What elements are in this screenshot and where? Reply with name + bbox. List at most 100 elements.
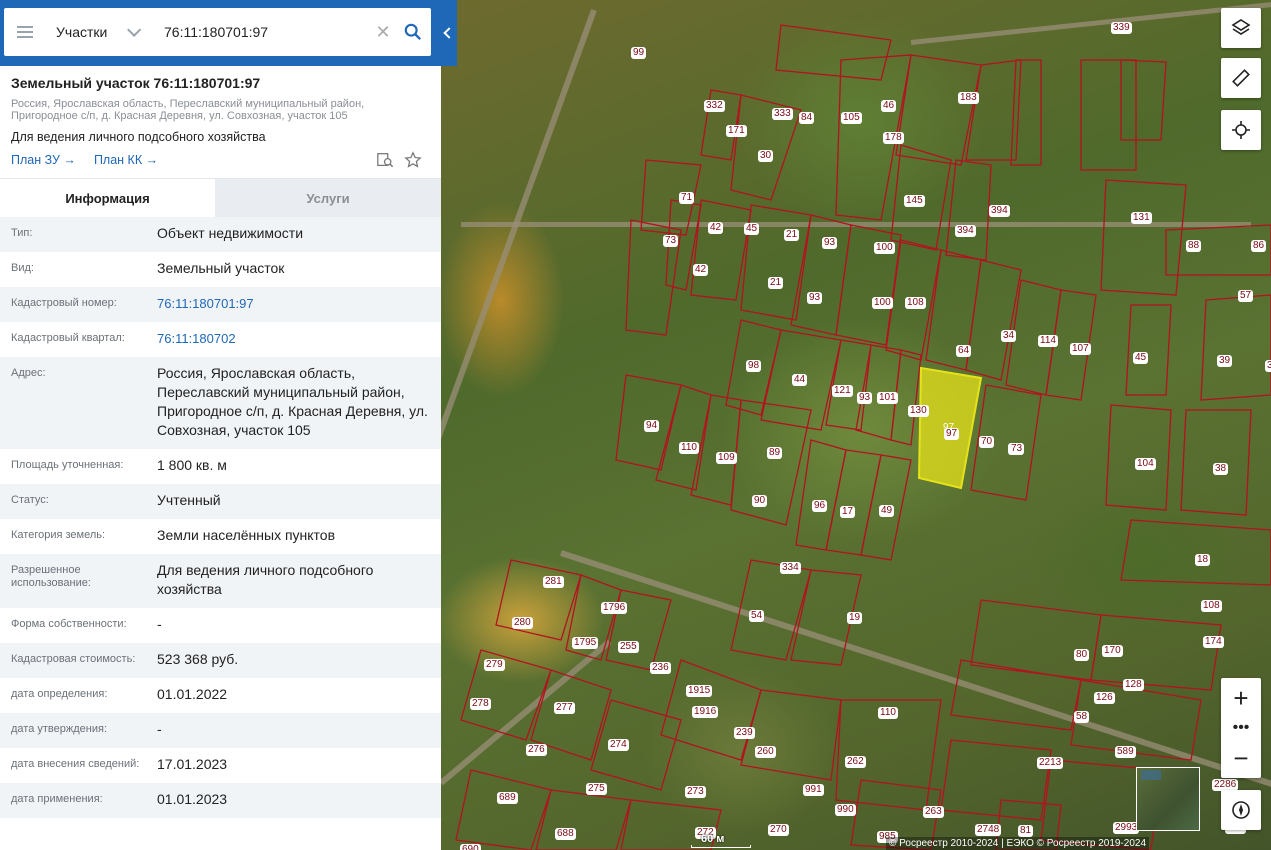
parcel-label[interactable]: 93 [857,392,873,404]
parcel-boundary[interactable] [775,24,892,81]
parcel-label[interactable]: 81 [1018,825,1034,837]
parcel-label[interactable]: 64 [956,345,972,357]
parcel-label[interactable]: 239 [734,727,755,739]
parcel-label[interactable]: 130 [908,405,929,417]
parcel-label[interactable]: 128 [1123,679,1144,691]
parcel-label[interactable]: 73 [663,235,679,247]
parcel-label[interactable]: 1796 [601,602,628,614]
parcel-label[interactable]: 73 [1009,443,1025,455]
parcel-label[interactable]: 1915 [686,685,713,697]
parcel-label[interactable]: 170 [1102,645,1123,657]
zoom-out-button[interactable]: − [1221,738,1261,778]
parcel-label[interactable]: 21 [784,229,800,241]
parcel-boundary[interactable] [535,789,632,850]
parcel-label[interactable]: 1916 [692,706,719,718]
parcel-label[interactable]: 34 [1001,330,1017,342]
parcel-label[interactable]: 280 [512,617,533,629]
parcel-label[interactable]: 100 [874,242,895,254]
parcel-boundary[interactable] [965,59,1022,161]
parcel-boundary[interactable] [945,159,992,261]
parcel-label[interactable]: 104 [1135,458,1156,470]
search-input[interactable] [156,8,371,56]
parcel-label[interactable]: 126 [1094,692,1115,704]
parcel-label[interactable]: 332 [704,100,725,112]
parcel-label[interactable]: 262 [845,756,866,768]
parcel-boundary[interactable] [1080,59,1137,171]
tab-info[interactable]: Информация [0,179,215,217]
parcel-label[interactable]: 54 [749,610,765,622]
menu-icon[interactable] [4,8,46,56]
info-row-value[interactable]: 76:11:180702 [157,329,430,348]
parcel-label[interactable]: 49 [879,505,895,517]
parcel-label[interactable]: 101 [877,392,898,404]
tab-services[interactable]: Услуги [215,179,441,217]
document-search-icon[interactable] [376,151,394,169]
plan-zu-link[interactable]: План ЗУ → [11,153,76,167]
parcel-label[interactable]: 110 [679,442,699,454]
parcel-label[interactable]: 105 [841,112,862,124]
parcel-boundary[interactable] [495,559,582,641]
parcel-label[interactable]: 39 [1217,355,1233,367]
parcel-label[interactable]: 2213 [1037,757,1064,769]
locate-button[interactable] [1221,110,1261,150]
parcel-label[interactable]: 2748 [975,824,1002,836]
clear-icon[interactable]: ✕ [371,22,395,43]
parcel-label[interactable]: 334 [780,562,801,574]
parcel-boundary[interactable] [730,399,812,526]
parcel-label[interactable]: 31 [1265,360,1271,372]
plan-kk-link[interactable]: План КК → [94,153,158,167]
parcel-boundary[interactable] [825,449,882,556]
parcel-boundary[interactable] [1100,179,1187,296]
parcel-label[interactable]: 70 [979,436,995,448]
parcel-label[interactable]: 339 [1111,22,1132,34]
parcel-label[interactable]: 99 [631,47,647,59]
layers-button[interactable] [1221,8,1261,48]
parcel-boundary[interactable] [1070,679,1202,761]
parcel-boundary[interactable] [1010,59,1042,166]
parcel-label[interactable]: 279 [484,659,505,671]
parcel-label[interactable]: 42 [708,222,724,234]
parcel-boundary[interactable] [455,769,552,850]
parcel-label[interactable]: 276 [526,744,547,756]
parcel-label[interactable]: 19 [847,612,863,624]
parcel-label[interactable]: 121 [832,385,853,397]
parcel-label[interactable]: 689 [497,792,518,804]
parcel-label[interactable]: 589 [1115,746,1136,758]
compass-button[interactable] [1221,790,1261,830]
parcel-boundary[interactable] [1120,59,1167,141]
parcel-label[interactable]: 110 [878,707,898,719]
parcel-label[interactable]: 46 [881,100,897,112]
parcel-label[interactable]: 278 [470,698,491,710]
parcel-label[interactable]: 277 [554,702,575,714]
info-row-value[interactable]: 76:11:180701:97 [157,294,430,313]
parcel-boundary[interactable] [1200,294,1271,401]
parcel-label[interactable]: 107 [1070,343,1091,355]
parcel-label[interactable]: 145 [904,195,925,207]
star-icon[interactable] [404,151,422,169]
parcel-label[interactable]: 109 [716,452,737,464]
parcel-label[interactable]: 84 [799,112,815,124]
parcel-label[interactable]: 30 [758,150,774,162]
parcel-label[interactable]: 57 [1238,290,1254,302]
parcel-label[interactable]: 108 [1201,600,1222,612]
parcel-boundary[interactable] [940,739,1052,821]
parcel-label[interactable]: 990 [835,804,856,816]
parcel-label[interactable]: 21 [768,277,784,289]
parcel-boundary[interactable] [690,199,752,301]
map-view[interactable]: 99 332 333 84 105 46 183 339 171 30 178 131 88 86 71 14… [441,0,1271,850]
parcel-label[interactable]: 114 [1038,335,1058,347]
parcel-boundary[interactable] [460,649,552,741]
parcel-boundary[interactable] [965,259,1022,381]
parcel-label[interactable]: 273 [685,786,706,798]
parcel-label[interactable]: 171 [726,125,747,137]
parcel-label[interactable]: 263 [923,806,944,818]
parcel-label[interactable]: 96 [812,500,828,512]
parcel-label[interactable]: 260 [755,746,776,758]
parcel-label[interactable]: 94 [644,420,660,432]
parcel-label[interactable]: 17 [840,506,856,518]
parcel-label[interactable]: 89 [767,447,783,459]
parcel-label[interactable]: 333 [772,108,793,120]
parcel-label[interactable]: 1795 [572,637,599,649]
parcel-label[interactable]: 44 [792,374,808,386]
parcel-boundary[interactable] [795,439,847,551]
